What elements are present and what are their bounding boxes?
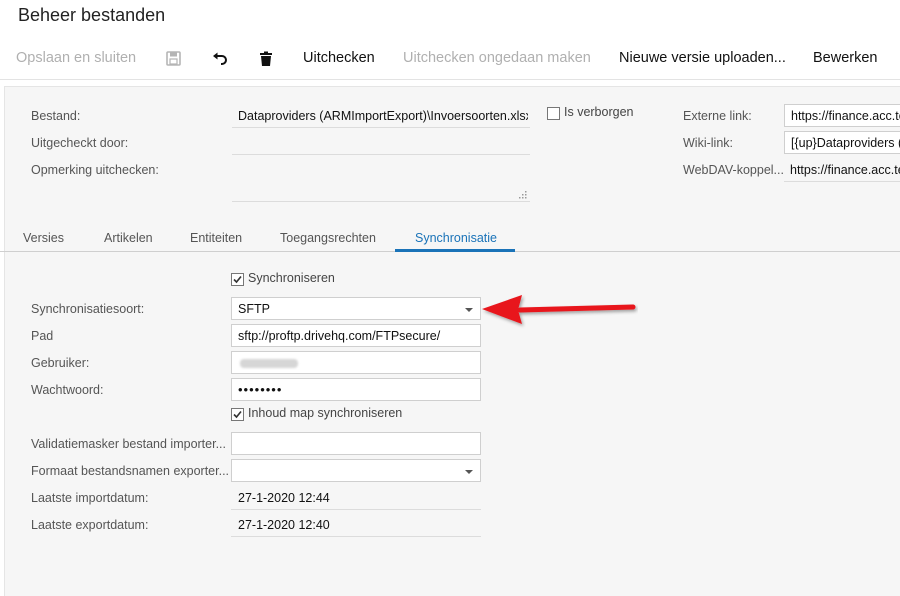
tab-toegangsrechten[interactable]: Toegangsrechten (280, 231, 376, 245)
edit-button[interactable]: Bewerken (813, 50, 877, 66)
last-export-value: 27-1-2020 12:40 (238, 518, 330, 532)
chevron-down-icon (465, 308, 473, 312)
tab-artikelen[interactable]: Artikelen (104, 231, 153, 245)
sync-type-label: Synchronisatiesoort: (31, 302, 145, 316)
redacted-blur (240, 359, 298, 368)
is-hidden-label: Is verborgen (564, 105, 634, 119)
undo-checkout-button[interactable]: Uitchecken ongedaan maken (403, 50, 591, 66)
last-import-label: Laatste importdatum: (31, 491, 149, 505)
undo-icon[interactable] (210, 49, 230, 69)
webdav-value: https://finance.acc.te (790, 163, 900, 177)
path-label: Pad (31, 329, 54, 343)
tab-synchronisatie[interactable]: Synchronisatie (415, 231, 497, 245)
annotation-arrow-icon (482, 295, 636, 324)
tab-entiteiten[interactable]: Entiteiten (190, 231, 242, 245)
save-icon[interactable] (164, 49, 184, 69)
file-value: Dataproviders (ARMImportExport)\Invoerso… (238, 109, 528, 123)
validation-mask-label: Validatiemasker bestand importer... (31, 437, 227, 451)
external-link-label: Externe link: (683, 109, 752, 123)
password-label: Wachtwoord: (31, 383, 104, 397)
export-format-select[interactable] (231, 459, 481, 482)
last-import-value: 27-1-2020 12:44 (238, 491, 330, 505)
is-hidden-checkbox[interactable] (547, 107, 560, 120)
checkout-comment-underline (232, 201, 530, 202)
webdav-label: WebDAV-koppel... (683, 163, 784, 177)
checkout-comment-label: Opmerking uitchecken: (31, 163, 159, 177)
trash-icon[interactable] (256, 49, 276, 69)
user-input[interactable] (231, 351, 481, 374)
sync-type-select[interactable]: SFTP (231, 297, 481, 320)
checked-out-by-underline (232, 154, 530, 155)
sync-folder-label: Inhoud map synchroniseren (248, 406, 403, 420)
upload-new-version-button[interactable]: Nieuwe versie uploaden... (619, 50, 786, 66)
wiki-link-input[interactable]: [{up}Dataproviders (A (784, 131, 900, 154)
last-import-underline (231, 509, 481, 510)
checkmark-icon (233, 410, 242, 419)
tab-bar: Versies Artikelen Entiteiten Toegangsrec… (0, 224, 900, 252)
last-export-underline (231, 536, 481, 537)
checkout-comment-field[interactable] (232, 157, 530, 202)
user-label: Gebruiker: (31, 356, 90, 370)
checked-out-by-label: Uitgecheckt door: (31, 136, 129, 150)
path-input[interactable]: sftp://proftp.drivehq.com/FTPsecure/ (231, 324, 481, 347)
page-title: Beheer bestanden (18, 5, 166, 25)
file-underline (232, 127, 530, 128)
sync-type-value: SFTP (238, 302, 270, 316)
export-format-label: Formaat bestandsnamen exporter... (31, 464, 230, 478)
sync-folder-checkbox[interactable] (231, 408, 244, 421)
synchronize-checkbox[interactable] (231, 273, 244, 286)
active-tab-indicator (395, 249, 515, 252)
external-link-input[interactable]: https://finance.acc.te (784, 104, 900, 127)
synchronize-label: Synchroniseren (248, 271, 335, 285)
save-close-button[interactable]: Opslaan en sluiten (16, 50, 136, 66)
validation-mask-input[interactable] (231, 432, 481, 455)
last-export-label: Laatste exportdatum: (31, 518, 149, 532)
file-label: Bestand: (31, 109, 81, 123)
wiki-link-label: Wiki-link: (683, 136, 733, 150)
tab-versies[interactable]: Versies (23, 231, 64, 245)
chevron-down-icon (465, 470, 473, 474)
checkmark-icon (233, 275, 242, 284)
toolbar: Opslaan en sluiten Uitchecken Uitchecken… (0, 38, 900, 80)
password-input[interactable]: •••••••• (231, 378, 481, 401)
resize-handle-icon[interactable] (519, 191, 527, 199)
webdav-underline (784, 181, 900, 182)
checkout-button[interactable]: Uitchecken (303, 50, 375, 66)
